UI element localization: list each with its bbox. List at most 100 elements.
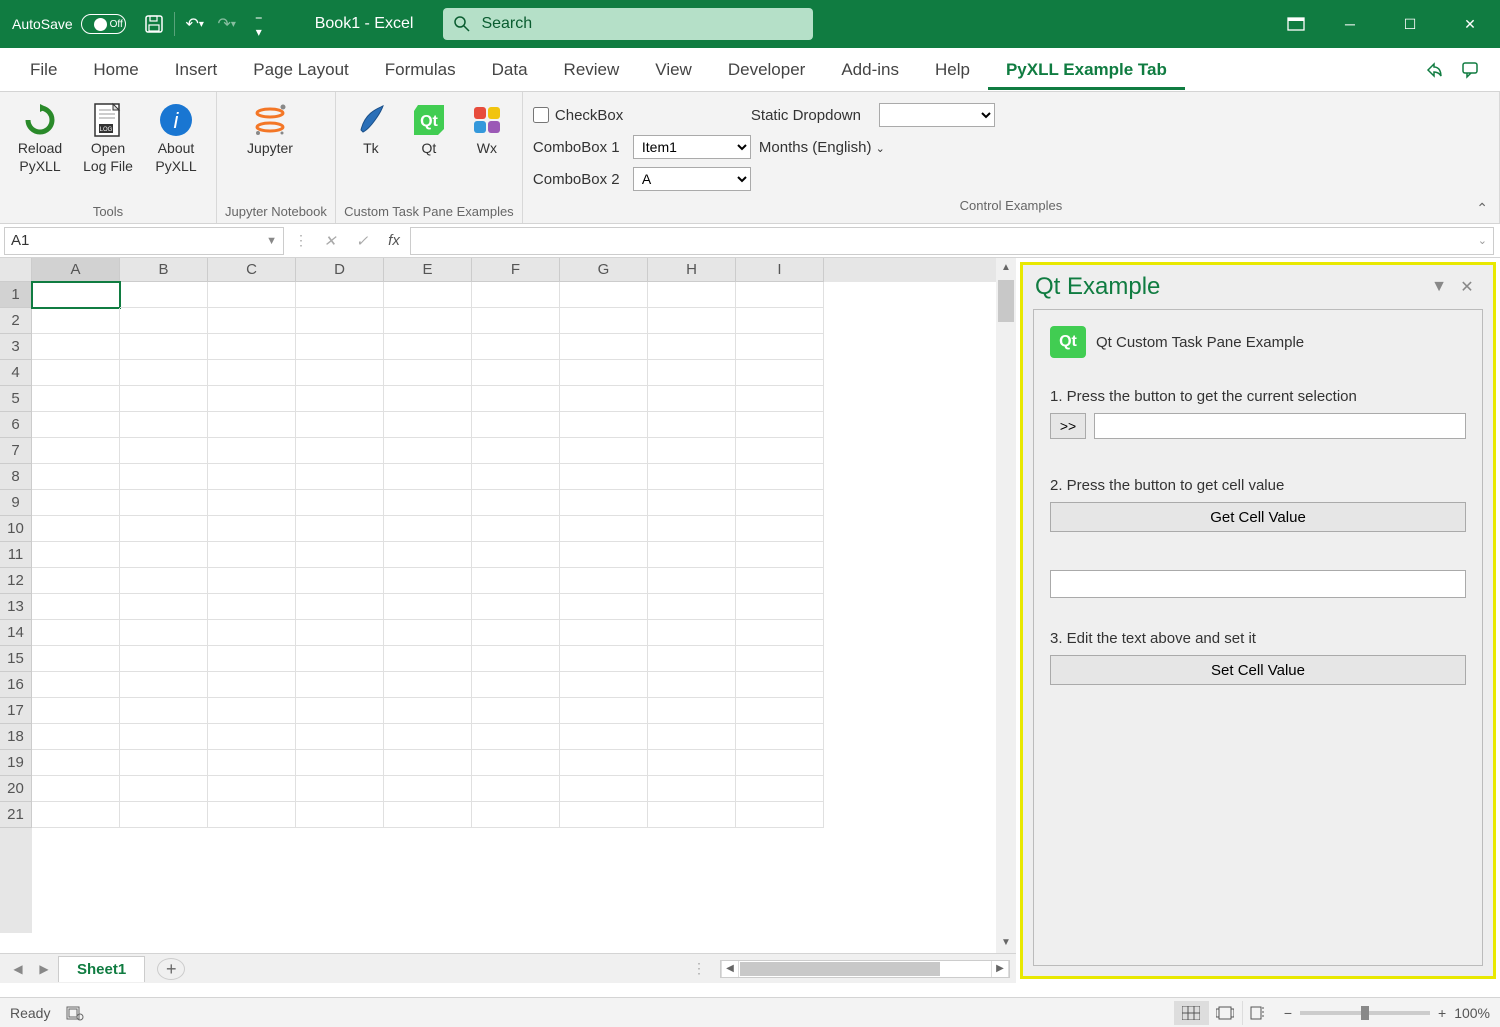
cell[interactable] xyxy=(120,360,208,386)
cell[interactable] xyxy=(32,568,120,594)
cell[interactable] xyxy=(736,412,824,438)
cell[interactable] xyxy=(648,646,736,672)
tab-pyxll-example[interactable]: PyXLL Example Tab xyxy=(988,50,1185,90)
combobox2-select[interactable]: A xyxy=(633,167,751,191)
row-header[interactable]: 3 xyxy=(0,334,32,360)
open-logfile-button[interactable]: LOG OpenLog File xyxy=(76,98,140,177)
cell[interactable] xyxy=(32,386,120,412)
cell[interactable] xyxy=(384,308,472,334)
qt-button[interactable]: Qt Qt xyxy=(402,98,456,160)
cell[interactable] xyxy=(32,646,120,672)
cell[interactable] xyxy=(560,620,648,646)
row-header[interactable]: 20 xyxy=(0,776,32,802)
cell[interactable] xyxy=(736,464,824,490)
cell[interactable] xyxy=(384,646,472,672)
cell[interactable] xyxy=(472,620,560,646)
cell[interactable] xyxy=(32,490,120,516)
cell[interactable] xyxy=(120,438,208,464)
cell[interactable] xyxy=(472,412,560,438)
collapse-ribbon-icon[interactable]: ⌃ xyxy=(1476,200,1488,217)
customize-qat-icon[interactable]: ⎯▾ xyxy=(243,8,275,40)
cell[interactable] xyxy=(384,802,472,828)
row-header[interactable]: 12 xyxy=(0,568,32,594)
cell[interactable] xyxy=(472,438,560,464)
cell[interactable] xyxy=(736,750,824,776)
row-header[interactable]: 8 xyxy=(0,464,32,490)
cell[interactable] xyxy=(736,802,824,828)
cell[interactable] xyxy=(736,386,824,412)
taskpane-menu-icon[interactable]: ▼ xyxy=(1425,278,1453,296)
static-dropdown-select[interactable] xyxy=(879,103,995,127)
cell[interactable] xyxy=(208,672,296,698)
zoom-out-button[interactable]: − xyxy=(1284,1005,1292,1021)
row-header[interactable]: 18 xyxy=(0,724,32,750)
about-pyxll-button[interactable]: i AboutPyXLL xyxy=(144,98,208,177)
cell[interactable] xyxy=(736,594,824,620)
cell[interactable] xyxy=(384,412,472,438)
cell[interactable] xyxy=(560,308,648,334)
column-header[interactable]: A xyxy=(32,258,120,282)
cell[interactable] xyxy=(120,646,208,672)
tab-formulas[interactable]: Formulas xyxy=(367,50,474,90)
cell[interactable] xyxy=(736,282,824,308)
cell[interactable] xyxy=(736,776,824,802)
cell[interactable] xyxy=(120,568,208,594)
cell[interactable] xyxy=(472,646,560,672)
column-header[interactable]: B xyxy=(120,258,208,282)
cell[interactable] xyxy=(32,776,120,802)
column-header[interactable]: D xyxy=(296,258,384,282)
cell[interactable] xyxy=(32,750,120,776)
cell[interactable] xyxy=(296,542,384,568)
cell[interactable] xyxy=(296,776,384,802)
cell[interactable] xyxy=(472,516,560,542)
sheet-tab-sheet1[interactable]: Sheet1 xyxy=(58,956,145,982)
view-page-layout-icon[interactable] xyxy=(1208,1001,1242,1025)
cell[interactable] xyxy=(296,698,384,724)
save-icon[interactable] xyxy=(138,8,170,40)
tab-help[interactable]: Help xyxy=(917,50,988,90)
cell[interactable] xyxy=(208,646,296,672)
column-header[interactable]: E xyxy=(384,258,472,282)
cell[interactable] xyxy=(208,724,296,750)
cell[interactable] xyxy=(472,282,560,308)
cell[interactable] xyxy=(384,516,472,542)
cell[interactable] xyxy=(296,412,384,438)
tab-file[interactable]: File xyxy=(12,50,75,90)
cell[interactable] xyxy=(296,750,384,776)
cell[interactable] xyxy=(296,464,384,490)
cell[interactable] xyxy=(120,776,208,802)
cell[interactable] xyxy=(384,542,472,568)
get-cell-value-button[interactable]: Get Cell Value xyxy=(1050,502,1466,532)
cell[interactable] xyxy=(560,542,648,568)
cell[interactable] xyxy=(648,516,736,542)
cell[interactable] xyxy=(472,464,560,490)
column-header[interactable]: I xyxy=(736,258,824,282)
row-header[interactable]: 6 xyxy=(0,412,32,438)
cell[interactable] xyxy=(208,620,296,646)
cell[interactable] xyxy=(32,516,120,542)
cell[interactable] xyxy=(648,464,736,490)
cell[interactable] xyxy=(560,724,648,750)
cell[interactable] xyxy=(648,776,736,802)
cell[interactable] xyxy=(736,542,824,568)
months-dropdown[interactable]: Months (English) ⌄ xyxy=(759,139,885,156)
cell[interactable] xyxy=(32,282,120,308)
row-header[interactable]: 2 xyxy=(0,308,32,334)
undo-icon[interactable]: ↶▾ xyxy=(179,8,211,40)
tab-addins[interactable]: Add-ins xyxy=(823,50,917,90)
cell[interactable] xyxy=(208,360,296,386)
cell[interactable] xyxy=(648,568,736,594)
taskpane-close-icon[interactable]: ✕ xyxy=(1453,277,1481,297)
tab-home[interactable]: Home xyxy=(75,50,156,90)
row-header[interactable]: 14 xyxy=(0,620,32,646)
row-header[interactable]: 21 xyxy=(0,802,32,828)
cell[interactable] xyxy=(560,672,648,698)
resize-dots-icon[interactable]: ⋮ xyxy=(288,232,314,249)
cell[interactable] xyxy=(208,334,296,360)
autosave-toggle[interactable]: AutoSave Off xyxy=(0,14,138,34)
cell[interactable] xyxy=(736,308,824,334)
cell[interactable] xyxy=(296,646,384,672)
cell[interactable] xyxy=(648,698,736,724)
cell[interactable] xyxy=(208,516,296,542)
cell[interactable] xyxy=(472,698,560,724)
